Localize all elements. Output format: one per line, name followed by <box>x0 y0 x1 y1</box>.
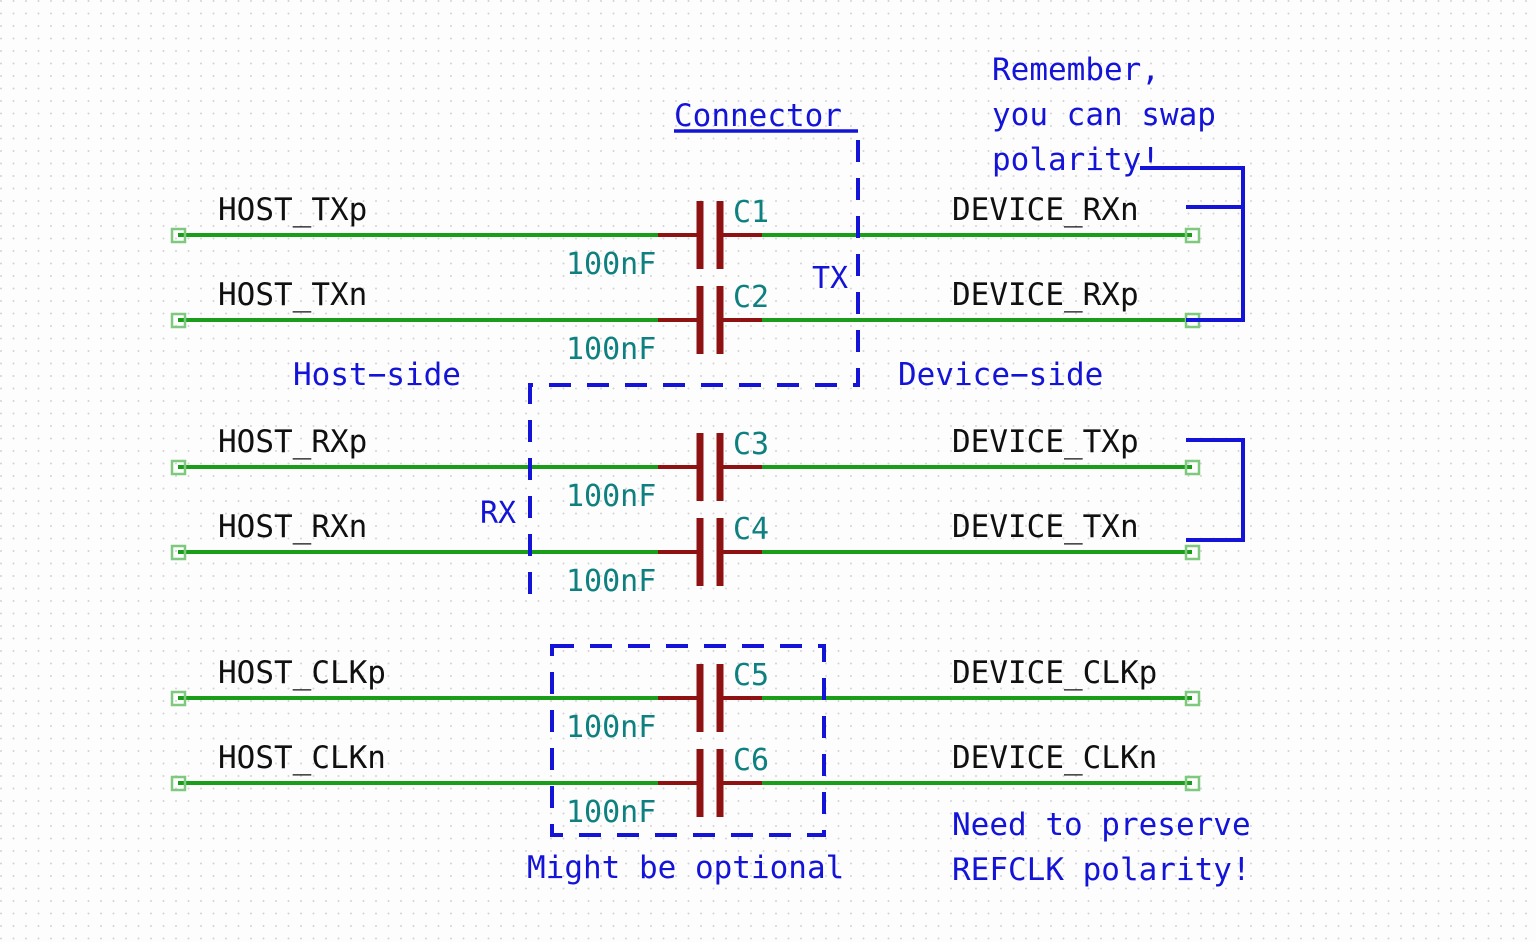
label-device-side: Device−side <box>898 357 1103 393</box>
label-host-side: Host−side <box>293 357 461 393</box>
net-label-host-row3: HOST_RXp <box>218 424 367 460</box>
net-label-device-row2: DEVICE_RXp <box>952 277 1139 313</box>
capacitor-designators: C1 C2 C3 C4 C5 C6 <box>733 195 769 778</box>
net-label-device-row5: DEVICE_CLKp <box>952 655 1157 691</box>
host-net-labels: HOST_TXp HOST_TXn HOST_RXp HOST_RXn HOST… <box>218 192 386 776</box>
refclk-note-line-1: Need to preserve <box>952 807 1251 843</box>
cap-value-c4: 100nF <box>566 564 656 599</box>
net-label-host-row6: HOST_CLKn <box>218 740 386 776</box>
optional-note: Might be optional <box>527 850 844 886</box>
swap-note-line-3: polarity! <box>992 142 1160 178</box>
schematic-drawing: HOST_TXp HOST_TXn HOST_RXp HOST_RXn HOST… <box>170 52 1251 888</box>
net-label-device-row6: DEVICE_CLKn <box>952 740 1157 776</box>
swap-note-line-2: you can swap <box>992 97 1216 133</box>
cap-value-c1: 100nF <box>566 247 656 282</box>
schematic-canvas: HOST_TXp HOST_TXn HOST_RXp HOST_RXn HOST… <box>0 0 1536 942</box>
device-net-labels: DEVICE_RXn DEVICE_RXp DEVICE_TXp DEVICE_… <box>952 192 1157 776</box>
net-label-device-row1: DEVICE_RXn <box>952 192 1139 228</box>
swap-note-line-1: Remember, <box>992 52 1160 88</box>
label-rx-group: RX <box>480 496 516 531</box>
label-tx-group: TX <box>812 261 848 296</box>
net-label-host-row4: HOST_RXn <box>218 509 367 545</box>
cap-ref-c1: C1 <box>733 195 769 230</box>
cap-ref-c5: C5 <box>733 658 769 693</box>
capacitor-values: 100nF 100nF 100nF 100nF 100nF 100nF <box>566 247 656 830</box>
net-label-host-row5: HOST_CLKp <box>218 655 386 691</box>
cap-value-c2: 100nF <box>566 332 656 367</box>
polarity-swap-wires[interactable] <box>1140 166 1245 542</box>
swap-bracket-lower <box>1186 438 1245 542</box>
net-label-host-row1: HOST_TXp <box>218 192 367 228</box>
cap-ref-c2: C2 <box>733 280 769 315</box>
cap-ref-c6: C6 <box>733 743 769 778</box>
cap-value-c6: 100nF <box>566 795 656 830</box>
cap-ref-c4: C4 <box>733 512 769 547</box>
net-label-host-row2: HOST_TXn <box>218 277 367 313</box>
cap-value-c3: 100nF <box>566 479 656 514</box>
label-connector: Connector <box>674 98 842 134</box>
net-label-device-row4: DEVICE_TXn <box>952 509 1139 545</box>
swap-bracket-upper <box>1140 166 1245 322</box>
cap-value-c5: 100nF <box>566 710 656 745</box>
cap-ref-c3: C3 <box>733 427 769 462</box>
connector-tx-outline <box>528 140 860 604</box>
net-label-device-row3: DEVICE_TXp <box>952 424 1139 460</box>
connector-boundary-tx[interactable] <box>528 140 860 604</box>
refclk-note-line-2: REFCLK polarity! <box>952 852 1251 888</box>
